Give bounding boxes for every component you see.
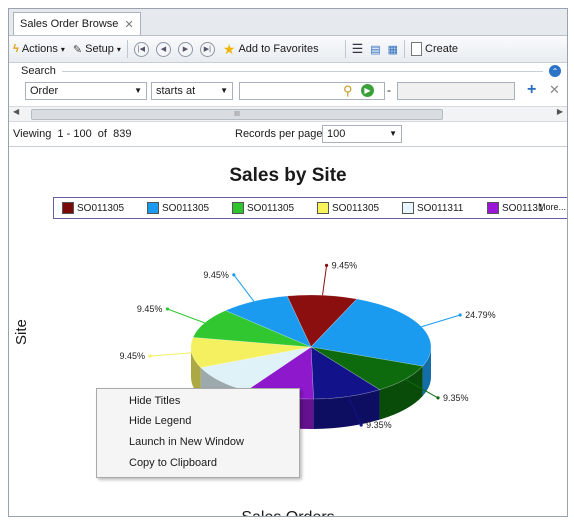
chart-context-menu: Hide Titles Hide Legend Launch in New Wi… — [96, 388, 300, 478]
tab-title: Sales Order Browse — [20, 18, 119, 30]
setup-label: Setup — [85, 43, 114, 55]
pie-data-label: 9.35% — [443, 393, 469, 403]
records-per-page-select[interactable]: 100 ▼ — [322, 125, 402, 143]
list-view-icon[interactable]: ☰ — [352, 41, 364, 57]
records-per-page-value: 100 — [327, 128, 346, 140]
tab-sales-order-browse[interactable]: Sales Order Browse ✕ — [13, 12, 141, 35]
menu-item-launch-new-window[interactable]: Launch in New Window — [97, 432, 297, 452]
status-row: Viewing 1 - 100 of 839 Records per page:… — [9, 124, 567, 147]
divider — [61, 70, 543, 72]
pie-data-label: 9.45% — [119, 351, 145, 361]
viewing-count: Viewing 1 - 100 of 839 — [13, 128, 132, 140]
menu-item-hide-legend[interactable]: Hide Legend — [97, 411, 297, 431]
label-leader-dot — [458, 313, 462, 317]
dropdown-arrow-icon: ▼ — [389, 129, 397, 138]
x-axis-label: Sales Orders — [9, 509, 567, 516]
previous-record-icon[interactable]: ◀ — [155, 41, 171, 57]
toolbar: ϟ Actions ▾ ✎ Setup ▾ |◀ ◀ ▶ ▶| ★ Add to… — [9, 36, 567, 63]
search-header: Search ⌃ — [9, 63, 567, 79]
add-to-favorites-button[interactable]: ★ Add to Favorites — [219, 38, 323, 60]
search-icon[interactable]: ⚲ — [343, 83, 353, 99]
search-value-to-input[interactable] — [397, 82, 515, 100]
actions-button[interactable]: ϟ Actions ▾ — [9, 38, 69, 60]
next-record-icon[interactable]: ▶ — [177, 41, 193, 57]
label-leader-dot — [324, 263, 329, 267]
label-leader-line — [322, 265, 328, 296]
label-leader-dot — [148, 354, 152, 358]
search-operator-select[interactable]: starts at ▼ — [151, 82, 233, 100]
dropdown-arrow-icon: ▼ — [220, 86, 228, 95]
label-leader-line — [421, 314, 461, 328]
toolbar-separator — [126, 40, 128, 58]
pie-data-label: 9.35% — [366, 420, 392, 430]
actions-label: Actions — [21, 43, 58, 55]
label-leader-line — [149, 352, 192, 357]
create-button[interactable]: Create — [407, 38, 462, 60]
first-record-icon[interactable]: |◀ — [133, 41, 149, 57]
scroll-left-icon[interactable]: ◀ — [13, 107, 19, 116]
label-leader-dot — [436, 396, 440, 400]
search-row: Order ▼ starts at ▼ ⚲ ▶ - + ✕ — [9, 81, 567, 103]
scroll-right-icon[interactable]: ▶ — [557, 107, 563, 116]
horizontal-scrollbar[interactable]: ◀ III ▶ — [9, 106, 567, 122]
menu-item-copy-clipboard[interactable]: Copy to Clipboard — [97, 453, 297, 473]
record-navigation: |◀ ◀ ▶ ▶| — [130, 38, 219, 60]
go-icon[interactable]: ▶ — [361, 84, 374, 97]
wrench-icon: ✎ — [72, 43, 83, 56]
create-label: Create — [425, 43, 459, 55]
range-separator: - — [387, 83, 391, 97]
scroll-grip: III — [234, 111, 240, 118]
label-leader-line — [233, 274, 255, 302]
remove-icon[interactable]: ✕ — [549, 82, 560, 98]
dropdown-arrow-icon: ▾ — [116, 44, 121, 54]
menu-item-hide-titles[interactable]: Hide Titles — [97, 391, 297, 411]
pie-data-label: 9.45% — [137, 304, 163, 314]
dropdown-arrow-icon: ▾ — [60, 44, 65, 54]
detail-view-icon[interactable]: ▤ — [370, 43, 380, 56]
setup-button[interactable]: ✎ Setup ▾ — [69, 38, 125, 60]
add-icon[interactable]: + — [527, 81, 536, 99]
label-leader-line — [167, 308, 205, 324]
document-icon — [411, 42, 423, 56]
close-icon[interactable]: ✕ — [124, 18, 133, 31]
label-leader-dot — [165, 307, 170, 311]
toolbar-separator — [344, 40, 346, 58]
tab-strip: Sales Order Browse ✕ — [9, 9, 567, 36]
last-record-icon[interactable]: ▶| — [199, 41, 215, 57]
sales-order-browse-window: Sales Order Browse ✕ ϟ Actions ▾ ✎ Setup… — [8, 8, 568, 517]
dropdown-arrow-icon: ▼ — [134, 86, 142, 95]
view-buttons: ☰ ▤ ▦ — [348, 38, 402, 60]
lightning-icon: ϟ — [13, 43, 19, 55]
pie-data-label: 9.45% — [332, 260, 358, 270]
toolbar-separator — [404, 40, 406, 58]
search-operator-value: starts at — [156, 85, 196, 97]
pie-data-label: 24.79% — [465, 310, 496, 320]
star-icon: ★ — [222, 40, 236, 57]
grid-view-icon[interactable]: ▦ — [388, 43, 398, 56]
search-field-value: Order — [30, 85, 59, 97]
add-to-favorites-label: Add to Favorites — [238, 43, 319, 55]
search-label: Search — [21, 65, 56, 77]
pie-data-label: 9.45% — [203, 270, 229, 280]
collapse-icon[interactable]: ⌃ — [549, 65, 561, 77]
records-per-page-label: Records per page: — [235, 128, 326, 140]
label-leader-dot — [232, 273, 236, 277]
scrollbar-thumb[interactable]: III — [31, 109, 443, 120]
label-leader-dot — [359, 423, 363, 427]
search-field-select[interactable]: Order ▼ — [25, 82, 147, 100]
